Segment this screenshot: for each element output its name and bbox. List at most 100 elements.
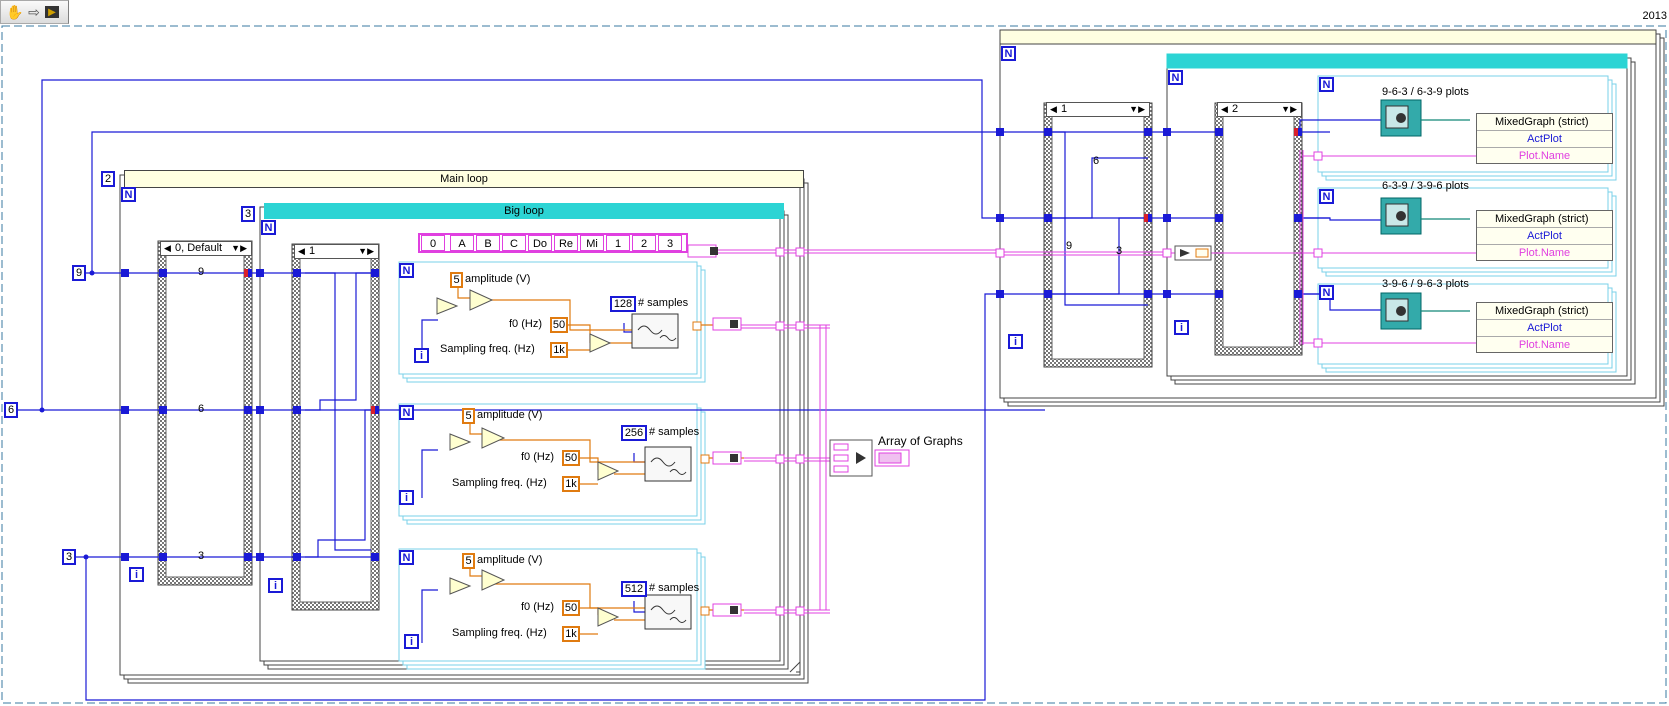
enum-array-index[interactable]: 0 — [421, 235, 445, 251]
bundle-node-2[interactable] — [712, 451, 742, 465]
mixed-graph-icon-2[interactable] — [1380, 197, 1422, 235]
sine-waveform-vi-1[interactable] — [631, 313, 679, 349]
right-case-selector-1[interactable]: ◀ 1 ▼▶ — [1046, 102, 1150, 117]
gen2-samples-constant[interactable]: 256 — [621, 425, 647, 441]
enum-cell-mi[interactable]: Mi — [580, 235, 604, 251]
plot2-property-node[interactable]: MixedGraph (strict) ActPlot Plot.Name — [1476, 210, 1613, 261]
main-loop-label: Main loop — [124, 170, 804, 188]
big-loop-count-constant[interactable]: 3 — [241, 206, 255, 222]
build-array-node[interactable] — [829, 439, 873, 477]
constant-three[interactable]: 3 — [62, 549, 76, 565]
plot3-row-actplot[interactable]: ActPlot — [1477, 320, 1612, 337]
right-case-structure-1[interactable] — [1043, 102, 1153, 368]
enum-cell-2[interactable]: 2 — [632, 235, 656, 251]
enum-cell-re[interactable]: Re — [554, 235, 578, 251]
breakpoint-icon[interactable]: ▶ — [45, 6, 59, 18]
constant-six[interactable]: 6 — [4, 402, 18, 418]
plot1-row-mixedgraph: MixedGraph (strict) — [1477, 114, 1612, 131]
mixed-graph-icon-3[interactable] — [1380, 292, 1422, 330]
plot1-row-plotname[interactable]: Plot.Name — [1477, 148, 1612, 164]
main-loop-count-constant[interactable]: 2 — [101, 171, 115, 187]
main-wire-label-9: 9 — [198, 266, 205, 278]
block-diagram-canvas[interactable] — [0, 0, 1669, 706]
right-inner-count-terminal[interactable]: N — [1168, 70, 1183, 85]
index-array-node[interactable] — [1174, 245, 1212, 261]
gen2-amplitude-constant[interactable]: 5 — [462, 408, 475, 424]
enum-cell-1[interactable]: 1 — [606, 235, 630, 251]
plot2-count-terminal[interactable]: N — [1319, 189, 1334, 204]
bundle-node-1[interactable] — [712, 317, 742, 331]
gen3-iteration-terminal: i — [404, 634, 419, 649]
right-outer-iteration-terminal: i — [1008, 334, 1023, 349]
gen1-count-terminal[interactable]: N — [399, 263, 414, 278]
right-wire-label-9: 9 — [1066, 240, 1073, 252]
gen3-samples-constant[interactable]: 512 — [621, 581, 647, 597]
constant-nine[interactable]: 9 — [72, 265, 86, 281]
plot3-property-node[interactable]: MixedGraph (strict) ActPlot Plot.Name — [1476, 302, 1613, 353]
arrow-icon[interactable]: ⇨ — [26, 4, 42, 20]
gen1-iteration-terminal: i — [414, 348, 429, 363]
sine-waveform-vi-2[interactable] — [644, 446, 692, 482]
gen2-samples-label: # samples — [649, 426, 700, 438]
gen2-f0-constant[interactable]: 50 — [562, 450, 580, 466]
plot3-count-terminal[interactable]: N — [1319, 285, 1334, 300]
gen3-samples-label: # samples — [649, 582, 700, 594]
gen2-iteration-terminal: i — [399, 490, 414, 505]
plot1-row-actplot[interactable]: ActPlot — [1477, 131, 1612, 148]
gen1-fs-label: Sampling freq. (Hz) — [440, 343, 535, 355]
plot3-row-plotname[interactable]: Plot.Name — [1477, 337, 1612, 353]
gen2-fs-label: Sampling freq. (Hz) — [452, 477, 547, 489]
gen1-f0-constant[interactable]: 50 — [550, 317, 568, 333]
main-wire-label-6: 6 — [198, 403, 205, 415]
main-wire-label-3: 3 — [198, 550, 205, 562]
mixed-graph-icon-1[interactable] — [1380, 99, 1422, 137]
right-case-selector-2[interactable]: ◀ 2 ▼▶ — [1217, 102, 1302, 117]
plot2-row-plotname[interactable]: Plot.Name — [1477, 245, 1612, 261]
gen2-f0-label: f0 (Hz) — [521, 451, 554, 463]
gen3-f0-constant[interactable]: 50 — [562, 600, 580, 616]
hand-icon[interactable]: ✋ — [6, 4, 23, 20]
plot1-count-terminal[interactable]: N — [1319, 77, 1334, 92]
gen2-fs-constant[interactable]: 1k — [562, 476, 580, 492]
gen3-amplitude-label: amplitude (V) — [477, 554, 543, 566]
gen1-samples-label: # samples — [638, 297, 689, 309]
main-case-structure[interactable] — [157, 240, 253, 586]
plot1-title: 9-6-3 / 6-3-9 plots — [1382, 86, 1469, 98]
enum-cell-do[interactable]: Do — [528, 235, 552, 251]
gen1-f0-label: f0 (Hz) — [509, 318, 542, 330]
right-case-structure-2[interactable] — [1214, 102, 1303, 356]
big-case-selector[interactable]: ◀ 1 ▼▶ — [294, 244, 379, 259]
gen1-amplitude-label: amplitude (V) — [465, 273, 531, 285]
gen3-fs-label: Sampling freq. (Hz) — [452, 627, 547, 639]
gen1-samples-constant[interactable]: 128 — [610, 296, 636, 312]
enum-cell-a[interactable]: A — [450, 235, 474, 251]
plot2-row-mixedgraph: MixedGraph (strict) — [1477, 211, 1612, 228]
right-wire-label-6: 6 — [1093, 155, 1100, 167]
gen3-count-terminal[interactable]: N — [399, 550, 414, 565]
gen3-f0-label: f0 (Hz) — [521, 601, 554, 613]
main-loop-count-terminal[interactable]: N — [121, 187, 136, 202]
plot1-property-node[interactable]: MixedGraph (strict) ActPlot Plot.Name — [1476, 113, 1613, 164]
gen3-amplitude-constant[interactable]: 5 — [462, 553, 475, 569]
enum-cell-c[interactable]: C — [502, 235, 526, 251]
gen2-amplitude-label: amplitude (V) — [477, 409, 543, 421]
right-inner-iteration-terminal: i — [1174, 320, 1189, 335]
wire-junctions — [39, 270, 95, 560]
gen1-amplitude-constant[interactable]: 5 — [450, 272, 463, 288]
big-loop-count-terminal[interactable]: N — [261, 220, 276, 235]
gen1-fs-constant[interactable]: 1k — [550, 342, 568, 358]
sine-waveform-vi-3[interactable] — [644, 594, 692, 630]
array-of-graphs-indicator[interactable] — [874, 449, 910, 467]
version-label: 2013 — [1642, 10, 1667, 22]
right-outer-count-terminal[interactable]: N — [1001, 46, 1016, 61]
main-case-selector[interactable]: ◀ 0, Default ▼▶ — [160, 241, 252, 256]
plot2-row-actplot[interactable]: ActPlot — [1477, 228, 1612, 245]
gen2-count-terminal[interactable]: N — [399, 405, 414, 420]
bundle-node-3[interactable] — [712, 603, 742, 617]
plot3-row-mixedgraph: MixedGraph (strict) — [1477, 303, 1612, 320]
gen3-fs-constant[interactable]: 1k — [562, 626, 580, 642]
enum-cell-b[interactable]: B — [476, 235, 500, 251]
enum-cell-3[interactable]: 3 — [658, 235, 682, 251]
big-loop-label: Big loop — [264, 203, 784, 219]
bundle-node-enum[interactable] — [687, 244, 718, 258]
